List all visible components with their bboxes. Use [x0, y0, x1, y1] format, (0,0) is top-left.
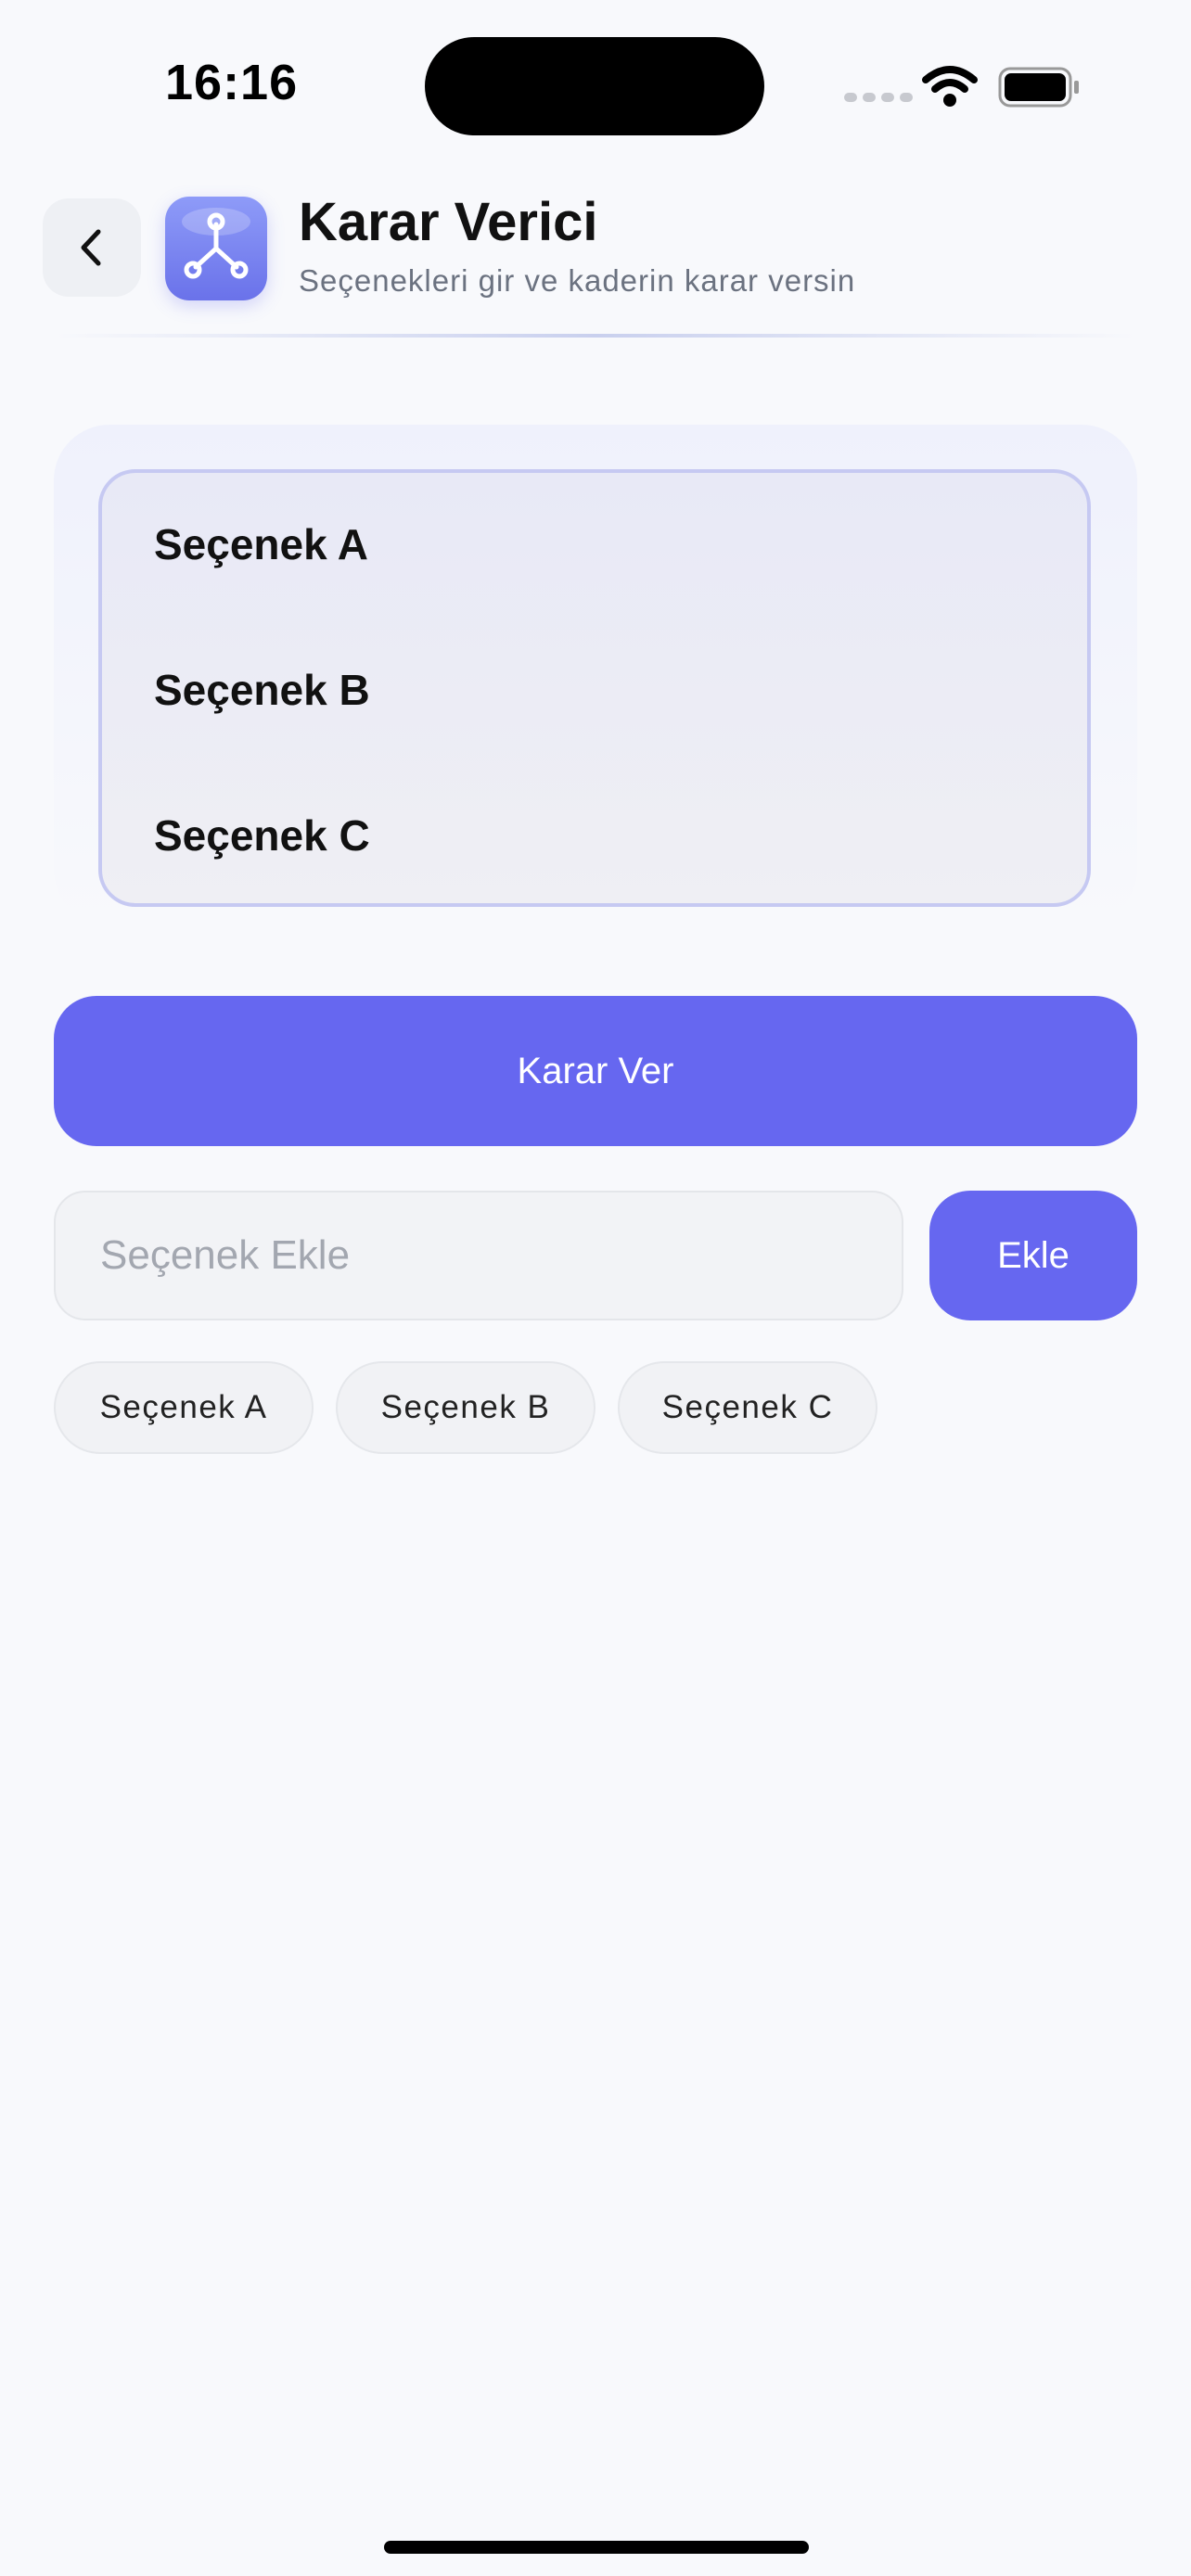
- battery-icon: [998, 67, 1079, 108]
- option-chips: Seçenek A Seçenek B Seçenek C: [54, 1361, 877, 1454]
- page-title: Karar Verici: [299, 192, 598, 252]
- chevron-left-icon: [81, 229, 101, 266]
- branch-icon: [184, 212, 249, 279]
- option-item[interactable]: Seçenek C: [154, 810, 370, 861]
- option-chip[interactable]: Seçenek C: [618, 1361, 877, 1454]
- option-chip[interactable]: Seçenek B: [336, 1361, 596, 1454]
- option-chip[interactable]: Seçenek A: [54, 1361, 314, 1454]
- status-time: 16:16: [165, 55, 299, 110]
- add-option-input[interactable]: [54, 1191, 903, 1320]
- option-item[interactable]: Seçenek B: [154, 665, 370, 715]
- dynamic-island: [425, 37, 764, 135]
- option-item[interactable]: Seçenek A: [154, 519, 368, 569]
- wifi-icon: [922, 66, 978, 107]
- page-subtitle: Seçenekleri gir ve kaderin karar versin: [299, 263, 856, 298]
- cellular-signal-icon: [844, 93, 913, 102]
- app-icon: [165, 197, 267, 300]
- header-divider: [56, 334, 1135, 338]
- options-list[interactable]: Seçenek A Seçenek B Seçenek C: [98, 469, 1091, 907]
- home-indicator: [384, 2541, 809, 2554]
- decide-button[interactable]: Karar Ver: [54, 996, 1137, 1146]
- back-button[interactable]: [43, 198, 141, 297]
- add-button[interactable]: Ekle: [929, 1191, 1137, 1320]
